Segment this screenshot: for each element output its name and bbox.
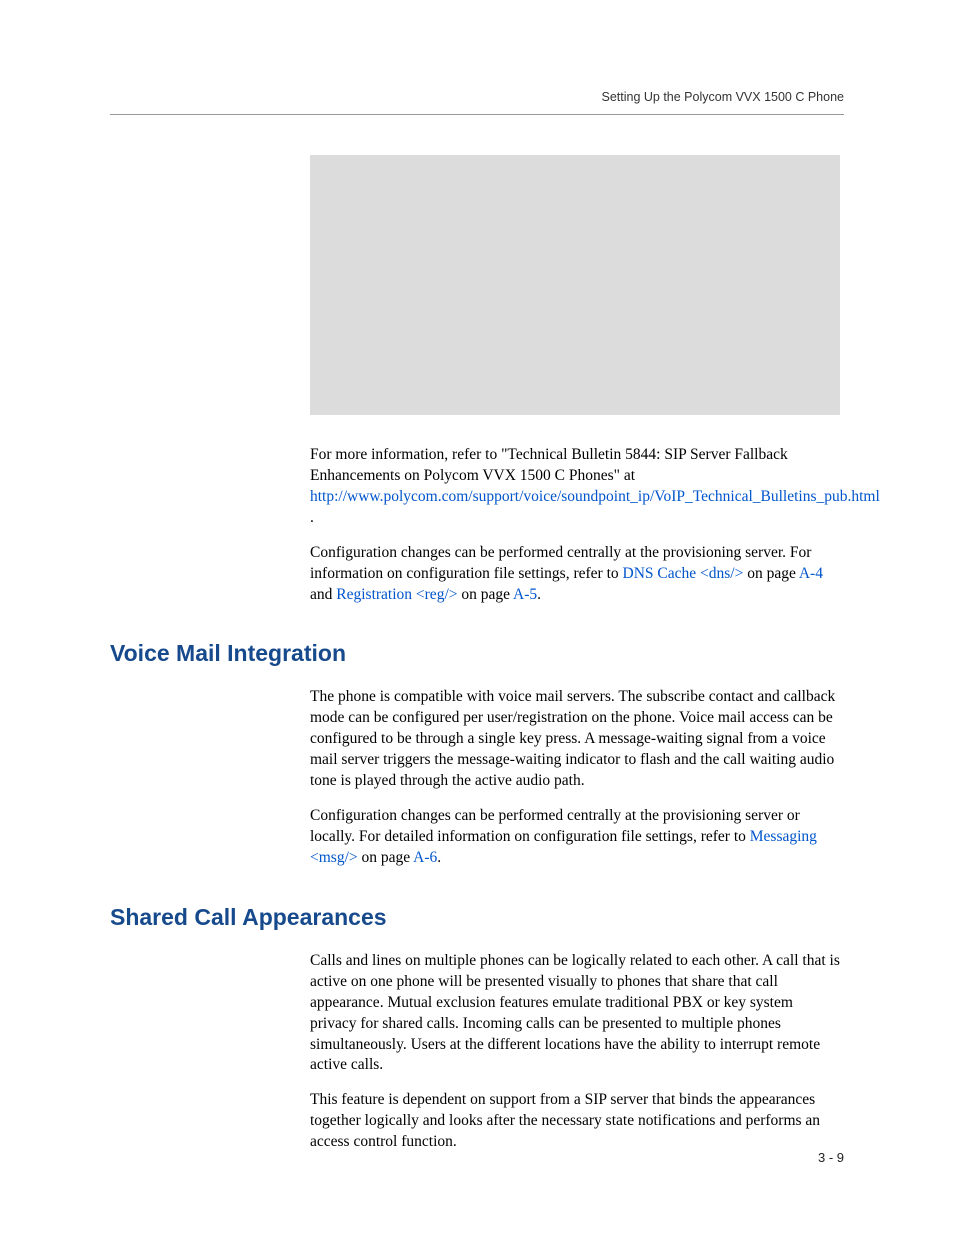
paragraph-2: Configuration changes can be performed c… — [310, 543, 840, 606]
page-a4-link[interactable]: A-4 — [799, 565, 823, 582]
text: on page — [743, 565, 799, 582]
voice-mail-content: The phone is compatible with voice mail … — [310, 687, 840, 868]
voice-mail-heading: Voice Mail Integration — [110, 640, 844, 667]
registration-link[interactable]: Registration <reg/> — [336, 586, 457, 603]
shared-call-heading: Shared Call Appearances — [110, 904, 844, 931]
header-rule — [110, 114, 844, 115]
running-header: Setting Up the Polycom VVX 1500 C Phone — [110, 90, 844, 104]
paragraph-3: The phone is compatible with voice mail … — [310, 687, 840, 792]
text: . — [437, 849, 441, 866]
figure-placeholder — [310, 155, 840, 415]
text: on page — [458, 586, 514, 603]
text: . — [537, 586, 541, 603]
paragraph-1: For more information, refer to "Technica… — [310, 445, 840, 529]
shared-call-content: Calls and lines on multiple phones can b… — [310, 951, 840, 1153]
text: Configuration changes can be performed c… — [310, 807, 800, 845]
text: on page — [358, 849, 414, 866]
page-a6-link[interactable]: A-6 — [413, 849, 437, 866]
page-number: 3 - 9 — [818, 1150, 844, 1165]
page-a5-link[interactable]: A-5 — [513, 586, 537, 603]
paragraph-6: This feature is dependent on support fro… — [310, 1090, 840, 1153]
text: and — [310, 586, 336, 603]
text: For more information, refer to "Technica… — [310, 446, 788, 484]
content-column: For more information, refer to "Technica… — [310, 155, 840, 605]
bulletin-link[interactable]: http://www.polycom.com/support/voice/sou… — [310, 488, 880, 505]
page-container: Setting Up the Polycom VVX 1500 C Phone … — [0, 0, 954, 1235]
paragraph-5: Calls and lines on multiple phones can b… — [310, 951, 840, 1077]
dns-cache-link[interactable]: DNS Cache <dns/> — [623, 565, 744, 582]
paragraph-4: Configuration changes can be performed c… — [310, 806, 840, 869]
text: . — [310, 509, 314, 526]
